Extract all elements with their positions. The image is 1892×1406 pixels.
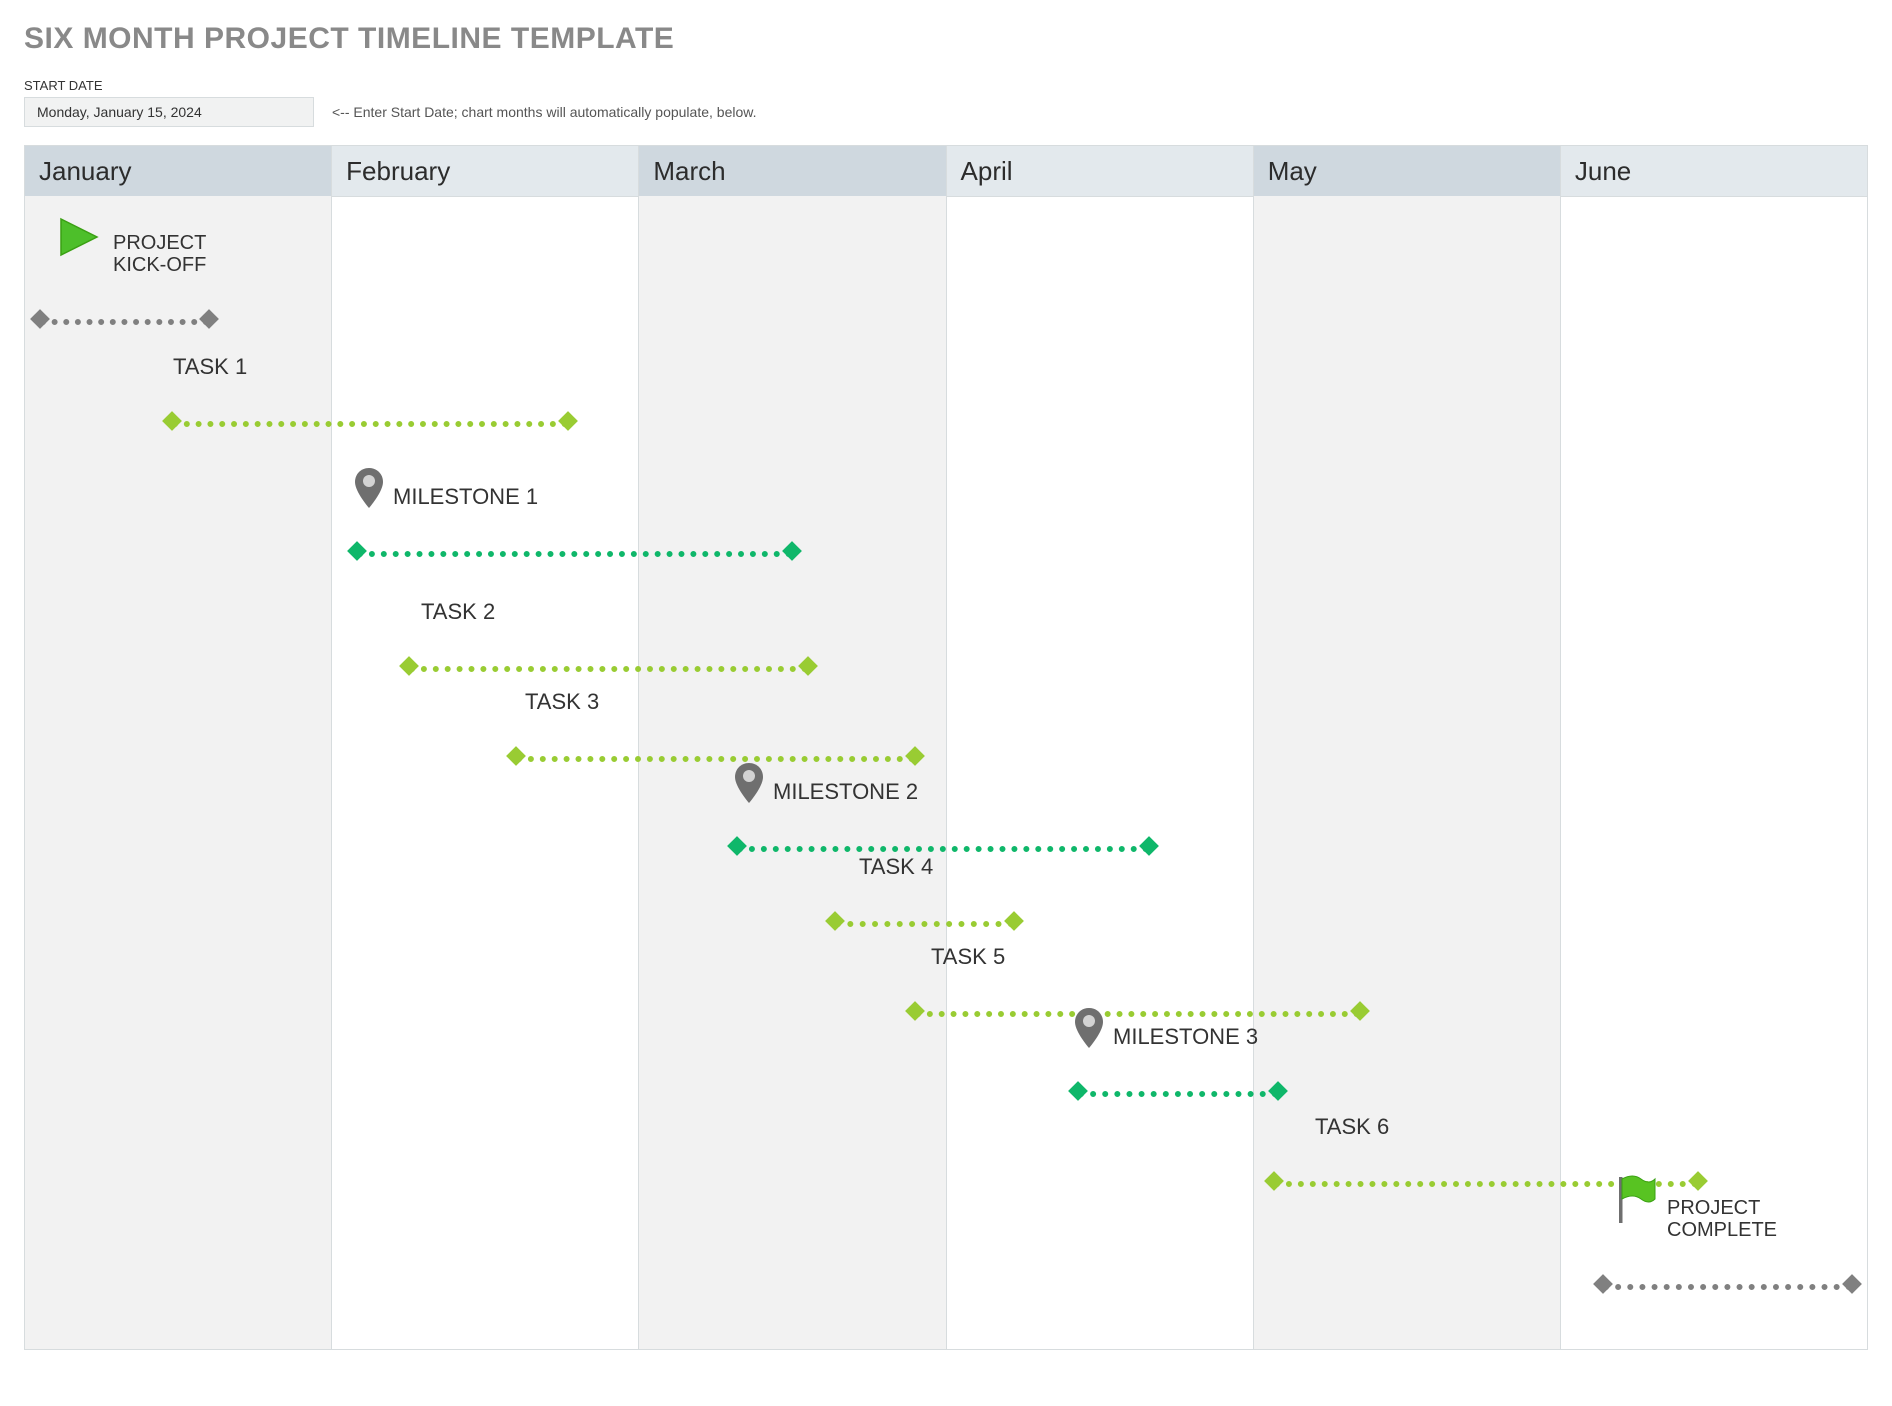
milestone-label: MILESTONE 1 [393,484,538,510]
milestone-bar[interactable] [357,544,793,558]
task-label: TASK 3 [525,689,599,715]
month-header: June [1561,146,1867,196]
kickoff-bar[interactable] [40,312,209,326]
play-icon [57,215,101,259]
task-bar[interactable] [409,659,808,673]
month-column [639,196,946,1349]
month-header-row: January February March April May June [25,146,1867,197]
timeline-chart: January February March April May June PR… [24,145,1868,1350]
task-label: TASK 2 [421,599,495,625]
task-bar[interactable] [835,914,1013,928]
month-header: March [639,146,946,196]
pin-icon [1071,1006,1107,1050]
milestone-label: MILESTONE 2 [773,779,918,805]
start-date-hint: <-- Enter Start Date; chart months will … [332,104,756,120]
task-bar[interactable] [516,749,915,763]
task-label: TASK 5 [931,944,1005,970]
kickoff-label-1: PROJECT [113,232,206,254]
page-title: SIX MONTH PROJECT TIMELINE TEMPLATE [24,22,1868,56]
start-date-input[interactable]: Monday, January 15, 2024 [24,97,314,127]
month-header: April [947,146,1254,196]
milestone-bar[interactable] [1078,1084,1278,1098]
complete-bar[interactable] [1603,1277,1852,1291]
start-date-label: START DATE [24,78,1868,93]
task-label: TASK 6 [1315,1114,1389,1140]
task-bar[interactable] [915,1004,1360,1018]
milestone-bar[interactable] [737,839,1148,853]
pin-icon [351,466,387,510]
complete-label-1: PROJECT [1667,1197,1760,1219]
start-date-row: Monday, January 15, 2024 <-- Enter Start… [24,97,1868,127]
month-header: February [332,146,639,196]
month-column [332,196,639,1349]
milestone-label: MILESTONE 3 [1113,1024,1258,1050]
kickoff-label-2: KICK-OFF [113,254,206,276]
task-label: TASK 1 [173,354,247,380]
month-header: January [25,146,332,196]
month-header: May [1254,146,1561,196]
task-label: TASK 4 [859,854,933,880]
flag-icon [1615,1173,1657,1225]
complete-label-2: COMPLETE [1667,1219,1777,1241]
pin-icon [731,761,767,805]
task-bar[interactable] [172,414,568,428]
month-column [947,196,1254,1349]
